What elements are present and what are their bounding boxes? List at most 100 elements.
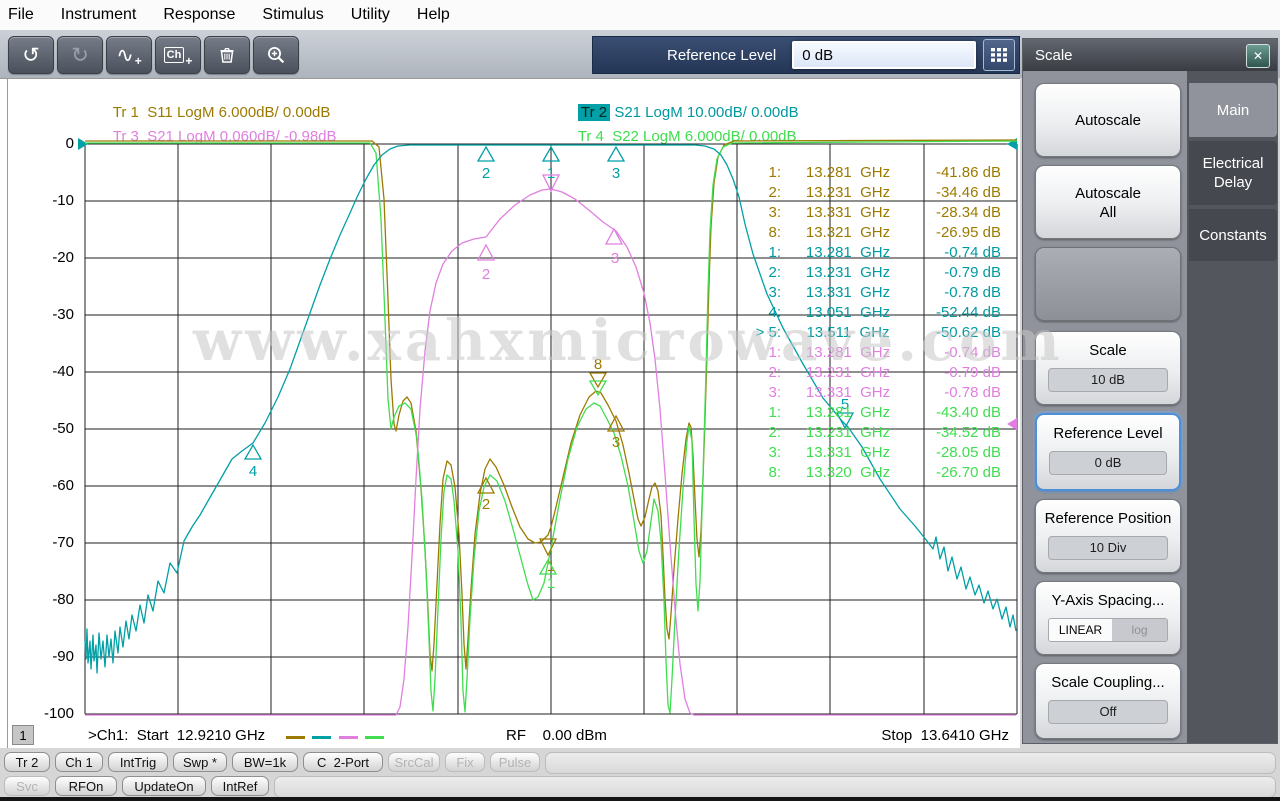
svg-text:2: 2 (482, 266, 490, 283)
marker-row: 3:13.331 GHz-0.78 dB (735, 283, 1003, 303)
legend-dash-tr3 (339, 736, 358, 739)
add-channel-icon: Ch (164, 47, 185, 63)
tr3-marker-triangles (478, 175, 622, 260)
status-int-ref[interactable]: IntRef (211, 776, 269, 796)
menu-item-utility[interactable]: Utility (351, 3, 390, 27)
status-update-on[interactable]: UpdateOn (122, 776, 206, 796)
status-rf-on[interactable]: RFOn (55, 776, 117, 796)
toggle-log[interactable]: log (1112, 619, 1167, 641)
y-axis-spacing-label: Y-Axis Spacing... (1036, 582, 1180, 610)
magnifier-icon (266, 45, 286, 65)
status-bar: Tr 2 Ch 1 IntTrig Swp * BW=1k C 2-Port S… (0, 750, 1280, 797)
menu-item-help[interactable]: Help (417, 3, 450, 27)
redo-icon: ↻ (71, 45, 89, 66)
menu-item-stimulus[interactable]: Stimulus (262, 3, 323, 27)
reference-level-button[interactable]: Reference Level 0 dB (1035, 413, 1181, 491)
marker-row: 1:13.281 GHz-0.74 dB (735, 343, 1003, 363)
status-trigger[interactable]: IntTrig (108, 752, 168, 772)
status-svc: Svc (4, 776, 50, 796)
svg-text:4: 4 (249, 463, 257, 480)
autoscale-label: Autoscale (1036, 84, 1180, 130)
panel-close-button[interactable]: ✕ (1246, 44, 1270, 68)
tab-electrical-delay-label: Electrical Delay (1189, 154, 1277, 192)
redo-button: ↻ (57, 36, 103, 74)
tab-main[interactable]: Main (1189, 83, 1277, 137)
keypad-icon (989, 46, 1009, 64)
channel-badge: 1 (12, 725, 34, 745)
marker-row: 1:13.281 GHz-43.40 dB (735, 403, 1003, 423)
svg-text:1: 1 (547, 165, 555, 182)
y-axis-spacing-toggle: LINEAR log (1048, 618, 1168, 642)
scale-label: Scale (1036, 332, 1180, 360)
plot-window: Tr 1 S11 LogM 6.000dB/ 0.00dB Tr 2 S21 L… (0, 78, 1020, 748)
marker-row: 8:13.321 GHz-26.95 dB (735, 223, 1003, 243)
reference-level-bar: Reference Level 0 dB (592, 36, 1020, 74)
autoscale-all-label: Autoscale All (1036, 166, 1180, 222)
delete-button[interactable] (204, 36, 250, 74)
scale-button[interactable]: Scale 10 dB (1035, 331, 1181, 405)
reference-position-value: 10 Div (1048, 536, 1168, 560)
toggle-linear[interactable]: LINEAR (1049, 619, 1112, 641)
marker-row: 2:13.231 GHz-34.46 dB (735, 183, 1003, 203)
trash-icon (218, 46, 236, 64)
scale-panel: Scale ✕ Main Electrical Delay Constants … (1022, 38, 1278, 744)
tab-constants[interactable]: Constants (1189, 209, 1277, 261)
scale-coupling-label: Scale Coupling... (1036, 664, 1180, 692)
scale-coupling-button[interactable]: Scale Coupling... Off (1035, 663, 1181, 739)
menu-item-file[interactable]: File (8, 3, 34, 27)
tr4-marker-labels: 1 (547, 575, 555, 592)
scale-value: 10 dB (1048, 368, 1168, 392)
autoscale-button[interactable]: Autoscale (1035, 83, 1181, 157)
marker-row: 8:13.320 GHz-26.70 dB (735, 463, 1003, 483)
keypad-button[interactable] (983, 39, 1015, 71)
legend-dash-tr2 (312, 736, 331, 739)
status-filler (274, 776, 1276, 798)
window-bottom-edge (0, 797, 1280, 801)
autoscale-all-button[interactable]: Autoscale All (1035, 165, 1181, 239)
tr4-marker-triangles (540, 381, 606, 574)
status-srccal: SrcCal (388, 752, 440, 772)
legend-dash-tr4 (365, 736, 384, 739)
svg-text:3: 3 (611, 250, 619, 267)
blank-button (1035, 247, 1181, 321)
reference-position-label: Reference Position (1036, 500, 1180, 528)
svg-text:8: 8 (594, 356, 602, 373)
plus-icon: + (185, 54, 192, 68)
add-trace-icon: ∿ (116, 45, 134, 66)
marker-readout-table: 1:13.281 GHz-41.86 dB 2:13.231 GHz-34.46… (735, 163, 1003, 483)
undo-button[interactable]: ↺ (8, 36, 54, 74)
add-channel-button[interactable]: Ch + (155, 36, 201, 74)
status-filler (545, 752, 1276, 774)
status-sweep[interactable]: Swp * (173, 752, 227, 772)
close-icon: ✕ (1253, 49, 1263, 63)
menu-item-response[interactable]: Response (163, 3, 235, 27)
menu-item-instrument[interactable]: Instrument (61, 3, 137, 27)
plus-icon: + (135, 54, 142, 68)
svg-text:1: 1 (547, 575, 555, 592)
svg-text:2: 2 (482, 496, 490, 513)
marker-row: 3:13.331 GHz-28.05 dB (735, 443, 1003, 463)
status-bandwidth[interactable]: BW=1k (232, 752, 298, 772)
status-fix: Fix (445, 752, 485, 772)
marker-row: 4:13.051 GHz-52.44 dB (735, 303, 1003, 323)
status-active-channel[interactable]: Ch 1 (55, 752, 103, 772)
reference-level-btn-label: Reference Level (1037, 415, 1179, 443)
add-trace-button[interactable]: ∿ + (106, 36, 152, 74)
zoom-button[interactable] (253, 36, 299, 74)
reference-position-button[interactable]: Reference Position 10 Div (1035, 499, 1181, 573)
marker-row: 3:13.331 GHz-0.78 dB (735, 383, 1003, 403)
marker-row-active: > 5:13.511 GHz-50.62 dB (735, 323, 1003, 343)
marker-row: 2:13.231 GHz-34.52 dB (735, 423, 1003, 443)
panel-title: Scale (1035, 47, 1073, 64)
y-axis-spacing-button[interactable]: Y-Axis Spacing... LINEAR log (1035, 581, 1181, 655)
svg-text:3: 3 (612, 434, 620, 451)
tab-constants-label: Constants (1199, 226, 1267, 245)
marker-row: 2:13.231 GHz-0.79 dB (735, 263, 1003, 283)
tab-main-label: Main (1217, 101, 1250, 120)
stop-frequency-info: Stop 13.6410 GHz (881, 727, 1009, 744)
status-active-trace[interactable]: Tr 2 (4, 752, 50, 772)
status-calibration[interactable]: C 2-Port (303, 752, 383, 772)
svg-text:2: 2 (482, 165, 490, 182)
reference-level-input[interactable]: 0 dB (792, 41, 976, 69)
tab-electrical-delay[interactable]: Electrical Delay (1189, 141, 1277, 205)
